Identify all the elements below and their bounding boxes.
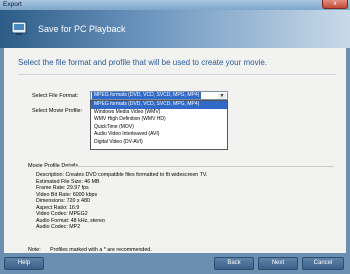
dropdown-option[interactable]: Windows Media Video (WMV) [91,109,227,117]
page-subtitle: Select the file format and profile that … [18,58,268,67]
file-format-dropdown-list[interactable]: MPEG formats (DVD, VCD, SVCD, MPG, MP4) … [90,100,228,150]
file-format-value: MPEG formats (DVD, VCD, SVCD, MPG, MP4) [92,92,202,99]
details-line: Description: Creates DVD compatible file… [36,172,208,178]
divider [18,74,336,75]
file-format-select[interactable]: MPEG formats (DVD, VCD, SVCD, MPG, MP4) … [90,91,228,100]
dropdown-option[interactable]: QuickTime (MOV) [91,124,227,132]
dropdown-option[interactable]: Audio Video Interleaved (AVI) [91,131,227,139]
details-line: Audio Codec: MP2 [36,224,81,230]
wizard-header: Save for PC Playback [0,10,350,48]
dropdown-option[interactable]: WMV High Definition (WMV HD) [91,116,227,124]
dropdown-option[interactable]: MPEG formats (DVD, VCD, SVCD, MPG, MP4) [91,101,227,109]
file-format-label: Select File Format: [32,93,79,99]
next-button[interactable]: Next [258,257,298,270]
chevron-down-icon[interactable]: ▼ [218,93,226,99]
wizard-footer: Help Back Next Cancel [0,253,350,274]
movie-profile-label: Select Movie Profile: [32,108,83,114]
title-bar: Export x [0,0,350,10]
header-title: Save for PC Playback [38,24,126,34]
profile-details: Description: Creates DVD compatible file… [36,172,207,231]
wizard-content: Select the file format and profile that … [4,48,346,253]
close-button[interactable]: x [322,0,348,9]
help-button[interactable]: Help [4,257,44,270]
cancel-button[interactable]: Cancel [302,257,344,270]
group-divider [64,166,334,167]
back-button[interactable]: Back [214,257,254,270]
dropdown-option[interactable]: Digital Video (DV-AVI) [91,139,227,147]
export-wizard-icon [11,21,27,35]
window-title: Export [3,1,22,8]
